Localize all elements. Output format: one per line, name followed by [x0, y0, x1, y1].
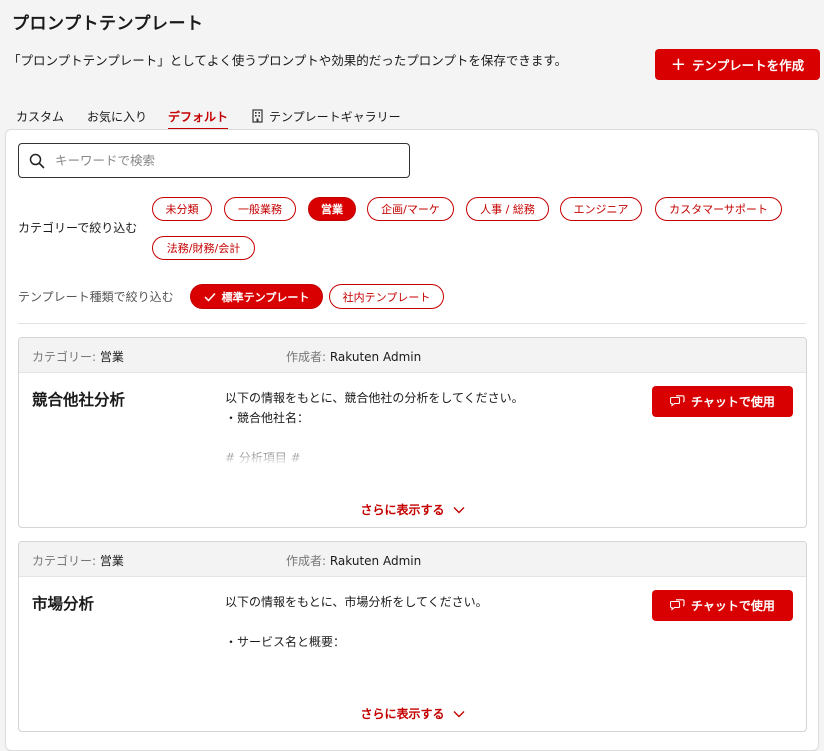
type-filter-label: テンプレート種類で絞り込む [18, 290, 174, 304]
category-key: カテゴリー: [32, 554, 100, 568]
category-chip-customer-support[interactable]: カスタマーサポート [655, 197, 782, 221]
show-more-link[interactable]: さらに表示する [19, 501, 806, 518]
author-key: 作成者: [286, 554, 330, 568]
card-header: カテゴリー: 営業 作成者: Rakuten Admin [19, 338, 806, 373]
category-filter-label: カテゴリーで絞り込む [18, 221, 138, 235]
card-author: 作成者: Rakuten Admin [286, 552, 421, 569]
show-more-label: さらに表示する [360, 707, 445, 721]
use-in-chat-button[interactable]: チャットで使用 [652, 386, 793, 417]
category-chip-uncategorized[interactable]: 未分類 [152, 197, 212, 221]
type-chip-internal[interactable]: 社内テンプレート [329, 284, 444, 309]
category-chip-engineer[interactable]: エンジニア [560, 197, 642, 221]
check-icon [204, 292, 216, 302]
author-key: 作成者: [286, 350, 330, 364]
chip-label: 未分類 [165, 203, 199, 216]
chip-label: 企画/マーケ [381, 203, 440, 216]
use-in-chat-button[interactable]: チャットで使用 [652, 590, 793, 621]
tab-custom-label: カスタム [16, 109, 65, 124]
tab-template-gallery-label: テンプレートギャラリー [269, 109, 401, 124]
tab-template-gallery[interactable]: テンプレートギャラリー [252, 104, 401, 128]
author-value: Rakuten Admin [329, 350, 422, 364]
card-body: 以下の情報をもとに、競合他社の分析をしてください。 ・競合他社名： # 分析項目… [225, 391, 524, 465]
card-category: カテゴリー: 営業 [32, 552, 124, 569]
page-description: 「プロンプトテンプレート」としてよく使うプロンプトや効果的だったプロンプトを保存… [8, 53, 568, 68]
chevron-down-icon [453, 506, 464, 513]
category-chip-hr[interactable]: 人事 / 総務 [466, 197, 549, 221]
search-icon [29, 153, 45, 168]
chevron-down-icon [453, 710, 464, 717]
card-category: カテゴリー: 営業 [32, 348, 124, 365]
chip-label: エンジニア [573, 203, 629, 216]
category-value: 営業 [99, 350, 124, 364]
chat-icon [670, 395, 685, 407]
content-panel: カテゴリーで絞り込む 未分類 一般業務 営業 企画/マーケ 人事 / 総務 エン… [5, 129, 819, 751]
category-chip-legal-finance[interactable]: 法務/財務/会計 [152, 236, 255, 260]
chip-label: 一般業務 [238, 203, 282, 216]
category-chip-marketing[interactable]: 企画/マーケ [367, 197, 454, 221]
create-template-button[interactable]: + テンプレートを作成 [655, 49, 820, 80]
card-header: カテゴリー: 営業 作成者: Rakuten Admin [19, 542, 806, 577]
author-value: Rakuten Admin [329, 554, 422, 568]
show-more-label: さらに表示する [360, 503, 445, 517]
use-in-chat-label: チャットで使用 [691, 599, 775, 613]
search-input[interactable] [53, 152, 397, 169]
card-author: 作成者: Rakuten Admin [286, 348, 421, 365]
template-card: カテゴリー: 営業 作成者: Rakuten Admin 競合他社分析 以下の情… [18, 337, 807, 528]
plus-icon: + [670, 53, 686, 75]
building-icon [252, 109, 263, 123]
category-chip-general[interactable]: 一般業務 [224, 197, 296, 221]
tab-custom[interactable]: カスタム [16, 104, 64, 128]
category-value: 営業 [99, 554, 124, 568]
tab-favorites[interactable]: お気に入り [87, 104, 147, 128]
tab-bar: カスタム お気に入り デフォルト テンプレートギャラリー [0, 104, 824, 130]
card-title: 競合他社分析 [32, 391, 126, 409]
type-chip-standard[interactable]: 標準テンプレート [190, 284, 323, 309]
template-card: カテゴリー: 営業 作成者: Rakuten Admin 市場分析 以下の情報を… [18, 541, 807, 732]
page-title: プロンプトテンプレート [12, 14, 204, 34]
category-chip-sales[interactable]: 営業 [308, 197, 356, 221]
category-key: カテゴリー: [32, 350, 100, 364]
chip-label: 人事 / 総務 [480, 203, 535, 216]
tab-default-label: デフォルト [168, 109, 229, 124]
filter-divider [18, 323, 806, 324]
tab-default[interactable]: デフォルト [168, 104, 229, 130]
show-more-link[interactable]: さらに表示する [19, 705, 806, 722]
create-template-label: テンプレートを作成 [691, 58, 805, 73]
chip-label: 営業 [321, 203, 343, 216]
tab-favorites-label: お気に入り [87, 109, 148, 124]
chip-label: 標準テンプレート [221, 290, 310, 304]
search-box[interactable] [18, 143, 410, 178]
chip-label: カスタマーサポート [669, 203, 768, 216]
card-title: 市場分析 [32, 595, 95, 613]
use-in-chat-label: チャットで使用 [691, 395, 775, 409]
chat-icon [670, 599, 685, 611]
chip-label: 社内テンプレート [342, 290, 431, 304]
card-body: 以下の情報をもとに、市場分析をしてください。 ・サービス名と概要： # 分析項目… [225, 595, 488, 649]
chip-label: 法務/財務/会計 [166, 242, 241, 255]
